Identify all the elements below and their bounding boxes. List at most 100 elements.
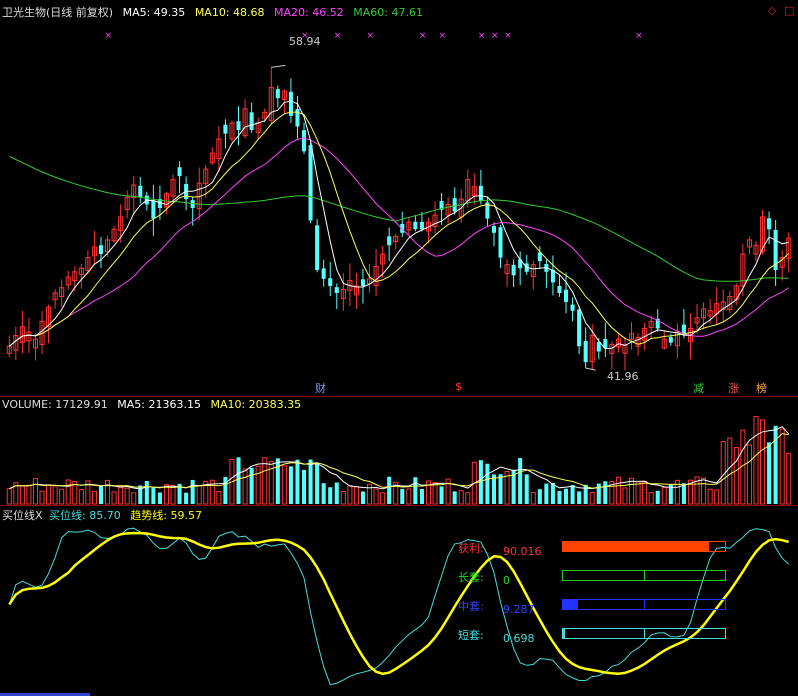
volume-bar — [661, 487, 667, 505]
meter-fill — [563, 542, 709, 551]
volume-bar — [315, 463, 320, 504]
volume-bar — [39, 490, 45, 505]
volume-bar — [642, 480, 648, 505]
volume-bar — [157, 492, 162, 504]
volume-bar — [648, 492, 654, 505]
volume-bar — [78, 489, 84, 505]
price-header: 卫光生物(日线 前复权) MA5: 49.35 MA10: 48.68 MA20… — [2, 4, 429, 20]
candle-body — [321, 268, 326, 279]
volume-bar — [295, 459, 300, 504]
chart-canvas[interactable]: × × × × × × × × × × — [0, 0, 798, 696]
meter-tick — [644, 542, 645, 551]
volume-bar — [242, 468, 248, 505]
low-pointer — [585, 367, 596, 371]
candle-body — [308, 145, 313, 221]
candle-body — [491, 226, 497, 233]
volume-bar — [144, 480, 149, 504]
volume-bar — [32, 478, 39, 505]
volume-bar — [767, 442, 772, 504]
volume-bar — [406, 488, 412, 505]
candle-body — [767, 218, 772, 230]
indicator-header: 买位线X 买位线: 85.70 趋势线: 59.57 — [2, 507, 208, 523]
event-zhang[interactable]: 涨 — [728, 380, 739, 396]
volume-bar — [255, 465, 261, 505]
volume-bar — [151, 487, 156, 504]
volume-bar — [340, 490, 346, 505]
meter-label: 获利: — [458, 542, 484, 555]
trend-line-label: 趋势线: 59.57 — [130, 509, 202, 522]
volume-bar — [714, 489, 720, 505]
volume-bar — [288, 466, 293, 504]
stock-title: 卫光生物(日线 前复权) — [2, 6, 114, 19]
signal-marker: × — [105, 31, 113, 41]
volume-bar — [236, 457, 241, 504]
candle-body — [583, 340, 588, 363]
candle-body — [577, 309, 582, 347]
volume-bar — [746, 444, 752, 505]
volume-bar — [52, 485, 58, 505]
candle-body — [498, 227, 503, 258]
signal-marker: × — [439, 31, 447, 41]
volume-bar — [190, 479, 195, 504]
meter-bar — [562, 570, 726, 581]
candle-body — [478, 185, 483, 201]
volume-bar — [334, 482, 339, 504]
meter-bar — [562, 628, 726, 639]
high-price-mark: 58.94 — [289, 35, 321, 48]
volume-bar — [262, 457, 268, 505]
candle-body — [249, 112, 254, 131]
square-icon[interactable]: □ — [784, 4, 794, 17]
volume-bar — [498, 474, 503, 504]
ma20-line — [8, 137, 789, 347]
volume-bar — [589, 491, 595, 505]
volume-header: VOLUME: 17129.91 MA5: 21363.15 MA10: 203… — [2, 398, 307, 411]
candle-body — [295, 109, 300, 127]
ma5-line — [8, 100, 789, 350]
volume-bar — [19, 485, 25, 505]
volume-bar — [46, 484, 52, 505]
volume-bar — [328, 487, 333, 504]
candle-body — [275, 89, 280, 99]
volume-bar — [458, 490, 464, 505]
volume-bar — [622, 487, 628, 505]
signal-marker: × — [635, 31, 643, 41]
indicator-name: 买位线X — [2, 509, 43, 522]
volume-bar — [387, 476, 392, 504]
candle-body — [413, 221, 418, 230]
event-dollar[interactable]: $ — [455, 380, 462, 393]
volume-bar — [537, 489, 542, 504]
buy-line-label: 买位线: 85.70 — [49, 509, 121, 522]
event-cai[interactable]: 财 — [315, 380, 326, 396]
volume-bar — [65, 479, 71, 505]
volume-bar — [530, 492, 536, 505]
meter-label: 中套: — [458, 600, 484, 613]
event-jian[interactable]: 减 — [693, 380, 704, 396]
ma5-label: MA5: 49.35 — [122, 6, 186, 19]
volume-bar — [413, 477, 418, 504]
volume-bar — [701, 477, 707, 505]
volume-bar — [432, 481, 438, 505]
volume-bar — [786, 452, 792, 505]
signal-marker: × — [419, 31, 427, 41]
volume-bar — [281, 465, 287, 505]
ma10-label: MA10: 48.68 — [194, 6, 265, 19]
volume-bar — [733, 446, 739, 505]
volume-bar — [615, 476, 621, 505]
volume-bar — [170, 485, 176, 505]
signal-marker: × — [491, 31, 499, 41]
candle-body — [452, 198, 457, 212]
volume-bar — [216, 491, 222, 505]
signal-marker: × — [478, 31, 486, 41]
volume-bar — [779, 428, 785, 505]
volume-ma5-line — [9, 426, 790, 490]
candle-body — [681, 324, 686, 334]
volume-ma10-line — [9, 433, 789, 490]
signal-marker: × — [367, 31, 375, 41]
candle-body — [419, 221, 424, 230]
candle-body — [570, 304, 575, 311]
volume-label: VOLUME: 17129.91 — [2, 398, 108, 411]
event-bang[interactable]: 榜 — [756, 380, 767, 396]
volume-bar — [26, 484, 32, 505]
diamond-icon[interactable]: ◇ — [768, 4, 776, 17]
candle-body — [511, 264, 516, 276]
